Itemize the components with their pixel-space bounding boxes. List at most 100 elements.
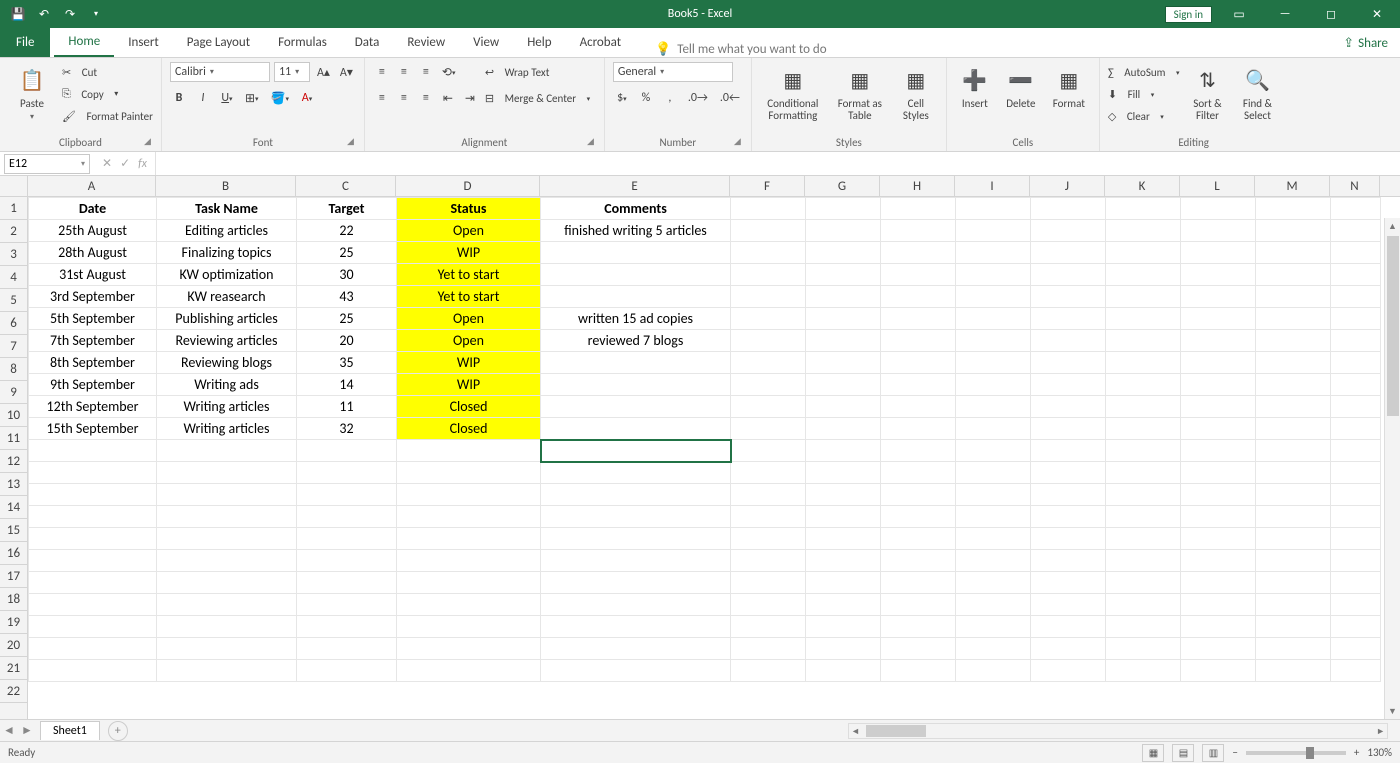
zoom-value[interactable]: 130%	[1367, 746, 1392, 759]
cell[interactable]: Date	[29, 198, 157, 220]
sheet-nav-prev-icon[interactable]: ◄	[0, 723, 18, 738]
row-header[interactable]: 14	[0, 496, 27, 519]
column-header[interactable]: K	[1105, 176, 1180, 197]
cell[interactable]	[29, 660, 157, 682]
cell[interactable]	[881, 638, 956, 660]
align-left-icon[interactable]: ≡	[373, 89, 391, 107]
cell[interactable]	[881, 418, 956, 440]
cell[interactable]	[397, 484, 541, 506]
cell[interactable]: 7th September	[29, 330, 157, 352]
cell[interactable]	[956, 484, 1031, 506]
format-as-table-button[interactable]: ▦Format as Table	[832, 62, 888, 122]
cell[interactable]	[1181, 308, 1256, 330]
cell[interactable]	[806, 220, 881, 242]
cell[interactable]	[806, 440, 881, 462]
cell[interactable]: 28th August	[29, 242, 157, 264]
fill-color-button[interactable]: 🪣▾	[268, 89, 292, 107]
cell[interactable]: Yet to start	[397, 264, 541, 286]
cell[interactable]	[1256, 660, 1331, 682]
cell[interactable]	[1106, 418, 1181, 440]
cell[interactable]	[1331, 594, 1381, 616]
cell[interactable]	[1256, 198, 1331, 220]
cell[interactable]: KW reasearch	[157, 286, 297, 308]
cell[interactable]	[1256, 440, 1331, 462]
cell[interactable]	[1031, 396, 1106, 418]
cell[interactable]	[956, 506, 1031, 528]
cell[interactable]	[29, 484, 157, 506]
cell[interactable]	[1106, 660, 1181, 682]
cell[interactable]	[1106, 506, 1181, 528]
row-header[interactable]: 8	[0, 358, 27, 381]
increase-decimal-icon[interactable]: .0→	[685, 89, 711, 107]
cell[interactable]	[1031, 330, 1106, 352]
cell[interactable]	[541, 528, 731, 550]
cell[interactable]	[1031, 374, 1106, 396]
cell[interactable]: 20	[297, 330, 397, 352]
format-painter-button[interactable]: 🖌 Format Painter	[62, 106, 153, 126]
cell[interactable]	[731, 374, 806, 396]
cell[interactable]	[1181, 286, 1256, 308]
cell[interactable]	[1256, 638, 1331, 660]
decrease-font-icon[interactable]: A▾	[337, 63, 356, 81]
cell[interactable]	[806, 616, 881, 638]
cell[interactable]	[157, 484, 297, 506]
cell[interactable]	[881, 308, 956, 330]
cell[interactable]: 30	[297, 264, 397, 286]
font-color-button[interactable]: A▾	[298, 89, 316, 107]
row-header[interactable]: 7	[0, 335, 27, 358]
cell[interactable]	[1181, 484, 1256, 506]
cell[interactable]	[29, 638, 157, 660]
cell[interactable]	[29, 462, 157, 484]
cell[interactable]	[541, 660, 731, 682]
cell[interactable]	[1106, 330, 1181, 352]
cell[interactable]	[1181, 374, 1256, 396]
cell[interactable]	[881, 594, 956, 616]
cell[interactable]	[541, 374, 731, 396]
cell[interactable]	[297, 572, 397, 594]
cell[interactable]	[29, 594, 157, 616]
cell[interactable]: Target	[297, 198, 397, 220]
cell[interactable]	[881, 220, 956, 242]
cell[interactable]	[1106, 220, 1181, 242]
cell[interactable]	[1106, 616, 1181, 638]
cell[interactable]	[1256, 308, 1331, 330]
cell[interactable]	[1031, 220, 1106, 242]
column-header[interactable]: J	[1030, 176, 1105, 197]
column-header[interactable]: L	[1180, 176, 1255, 197]
cell[interactable]	[806, 638, 881, 660]
row-header[interactable]: 6	[0, 312, 27, 335]
cell[interactable]	[1331, 440, 1381, 462]
cell[interactable]	[1106, 572, 1181, 594]
conditional-formatting-button[interactable]: ▦Conditional Formatting	[760, 62, 826, 122]
cell[interactable]	[397, 594, 541, 616]
cell[interactable]: Reviewing blogs	[157, 352, 297, 374]
cell[interactable]	[806, 330, 881, 352]
cell[interactable]: Open	[397, 220, 541, 242]
cell[interactable]	[956, 660, 1031, 682]
cell[interactable]	[731, 528, 806, 550]
cell[interactable]	[1031, 528, 1106, 550]
cell-styles-button[interactable]: ▦Cell Styles	[894, 62, 938, 122]
cell[interactable]	[1031, 242, 1106, 264]
cell[interactable]	[1181, 352, 1256, 374]
increase-indent-icon[interactable]: ⇥	[461, 89, 479, 107]
clear-button[interactable]: ◇ Clear ▾	[1108, 106, 1180, 126]
sheet-tab[interactable]: Sheet1	[40, 721, 100, 740]
cell[interactable]	[881, 528, 956, 550]
cell[interactable]	[956, 462, 1031, 484]
cell[interactable]	[541, 418, 731, 440]
cell[interactable]	[1256, 484, 1331, 506]
cell[interactable]	[541, 506, 731, 528]
cell[interactable]	[731, 462, 806, 484]
cell[interactable]	[881, 440, 956, 462]
align-center-icon[interactable]: ≡	[395, 89, 413, 107]
qat-customize-icon[interactable]: ▾	[86, 4, 106, 24]
cell[interactable]	[1031, 462, 1106, 484]
scroll-down-icon[interactable]: ▼	[1388, 703, 1397, 719]
cell[interactable]	[1331, 506, 1381, 528]
cell[interactable]: 32	[297, 418, 397, 440]
increase-font-icon[interactable]: A▴	[314, 63, 333, 81]
zoom-in-button[interactable]: +	[1354, 746, 1359, 759]
wrap-text-button[interactable]: ↩ Wrap Text	[485, 62, 590, 82]
cell[interactable]	[1181, 198, 1256, 220]
